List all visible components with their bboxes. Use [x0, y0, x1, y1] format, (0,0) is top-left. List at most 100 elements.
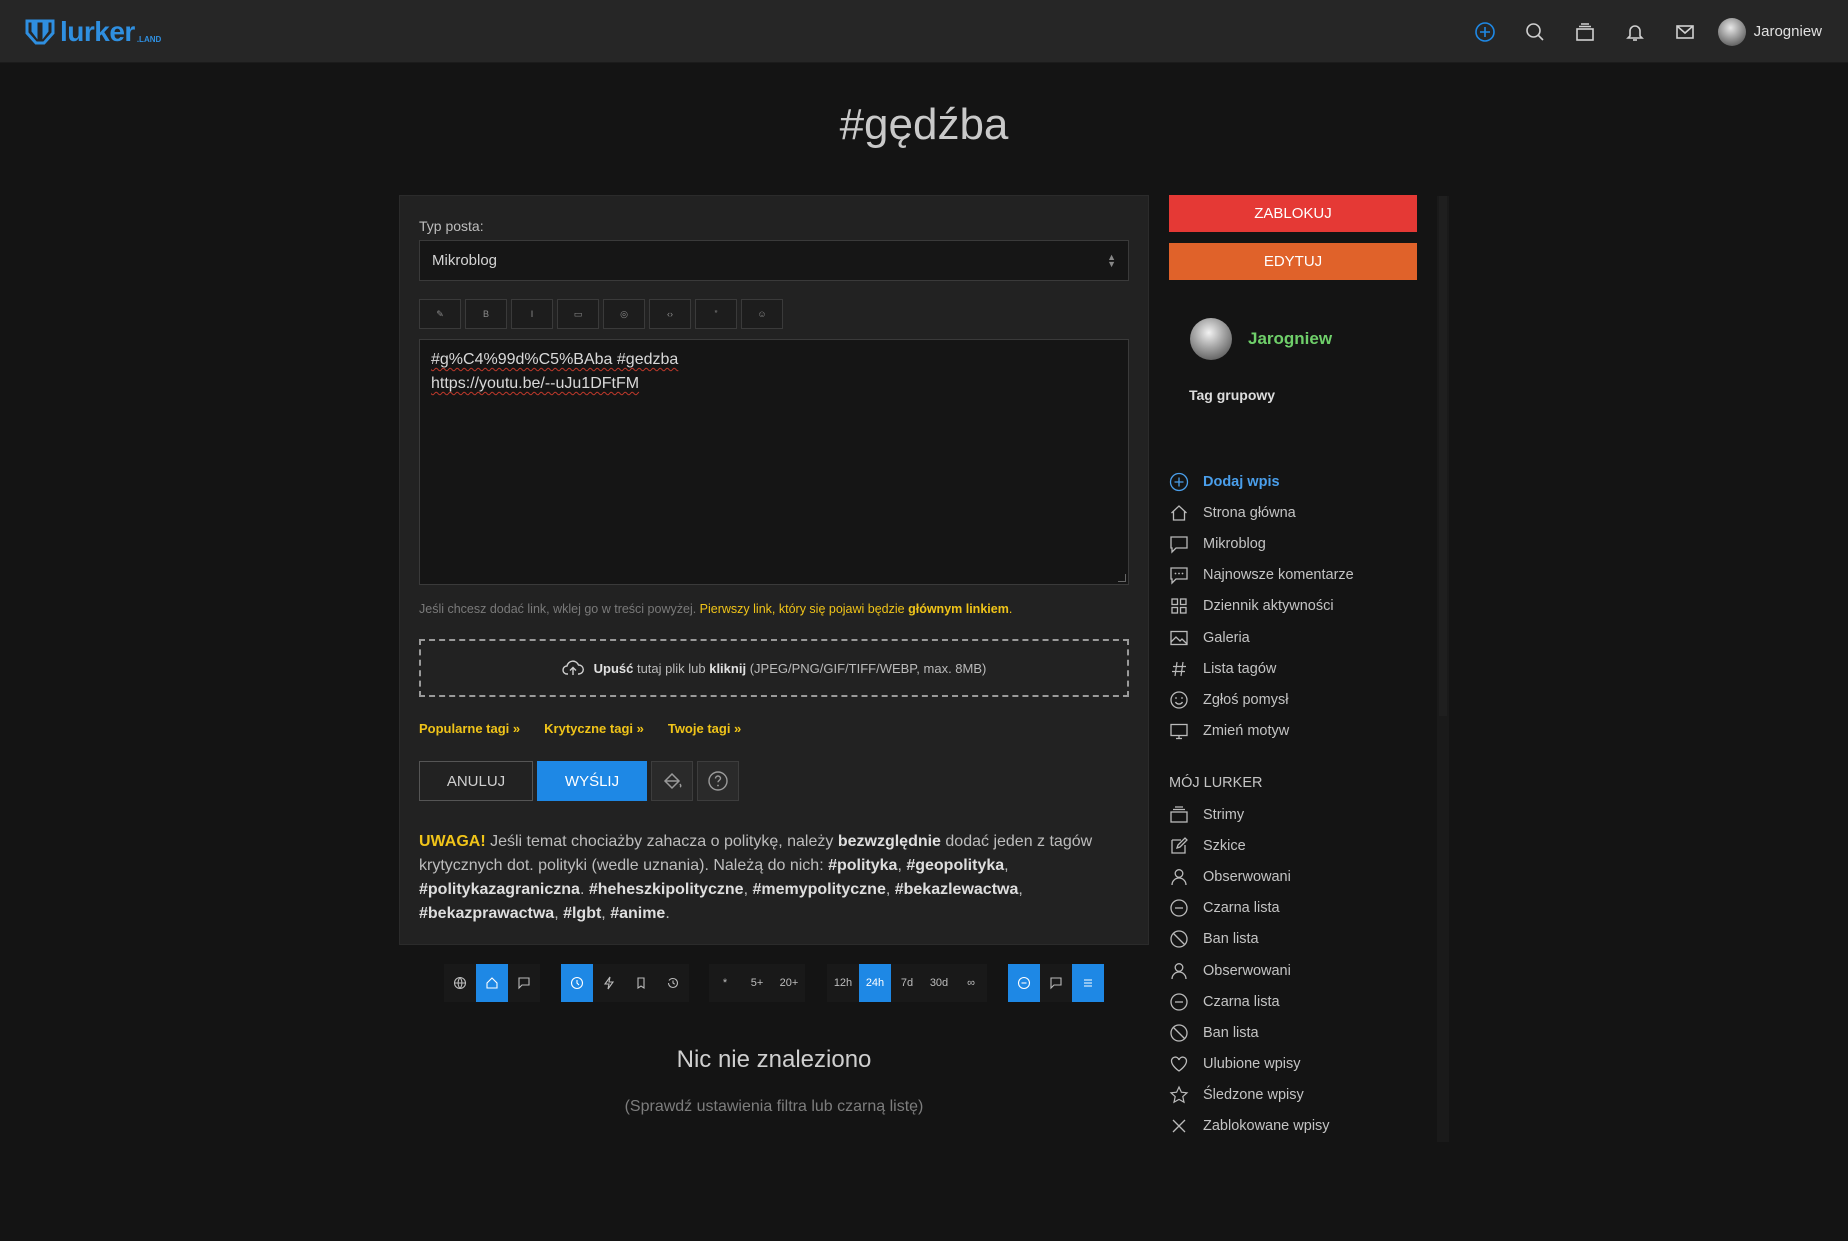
- post-type-label: Typ posta:: [419, 218, 484, 234]
- user-icon: [1171, 869, 1187, 886]
- sidebar-item-idea[interactable]: Zgłoś pomysł: [1169, 684, 1419, 715]
- notifications-button[interactable]: [1610, 0, 1660, 63]
- post-form-panel: Typ posta: Mikroblog ▲ ▼ ✎ B I ▭ ◎ ‹› ” ☺…: [399, 195, 1149, 945]
- help-button[interactable]: [697, 761, 739, 801]
- votes-20[interactable]: 20+: [773, 964, 805, 1002]
- block-tag-button[interactable]: ZABLOKUJ: [1169, 195, 1417, 232]
- sidebar-item-add-post[interactable]: Dodaj wpis: [1169, 466, 1419, 497]
- post-content-textarea[interactable]: #g%C4%99d%C5%BAba #gedzba https://youtu.…: [419, 339, 1129, 585]
- sidebar-nav: Dodaj wpis Strona główna Mikroblog Najno…: [1169, 466, 1419, 747]
- sidebar-item-drafts[interactable]: Szkice: [1169, 830, 1419, 861]
- sidebar-item-followed[interactable]: Obserwowani: [1169, 861, 1419, 892]
- warning-sep: ,: [554, 905, 564, 922]
- drop-bold-2: kliknij: [709, 660, 747, 676]
- tag-type: Tag grupowy: [1189, 387, 1276, 403]
- file-dropzone[interactable]: Upuść tutaj plik lub kliknij (JPEG/PNG/G…: [419, 639, 1129, 697]
- time-12h[interactable]: 12h: [827, 964, 859, 1002]
- streams-icon: [1170, 805, 1188, 823]
- cancel-button[interactable]: ANULUJ: [419, 761, 533, 801]
- link-hint: Jeśli chcesz dodać link, wklej go w treś…: [419, 602, 1012, 616]
- sidebar-item-label: Strimy: [1203, 806, 1245, 823]
- sidebar-item-tracked[interactable]: Śledzone wpisy: [1169, 1080, 1419, 1111]
- tag-owner-name: Jarogniew: [1248, 329, 1333, 348]
- add-post-button[interactable]: [1460, 0, 1510, 63]
- top-bar: lurker .LAND Jarogniew: [0, 0, 1848, 63]
- votes-5[interactable]: 5+: [741, 964, 773, 1002]
- pencil-button[interactable]: ✎: [419, 299, 461, 329]
- hash-icon: [1172, 661, 1186, 676]
- logo-suffix: .LAND: [136, 34, 162, 44]
- critical-tags-link[interactable]: Krytyczne tagi »: [544, 721, 644, 736]
- your-tags-link[interactable]: Twoje tagi »: [668, 721, 741, 736]
- resize-handle[interactable]: [1118, 574, 1126, 582]
- sort-newest[interactable]: [561, 964, 593, 1002]
- sidebar-item-blacklist[interactable]: Czarna lista: [1169, 893, 1419, 924]
- user-menu[interactable]: Jarogniew: [1710, 0, 1848, 63]
- post-type-select[interactable]: Mikroblog ▲ ▼: [419, 240, 1129, 281]
- sort-saved[interactable]: [625, 964, 657, 1002]
- hint-yellow: Pierwszy link, który się pojawi będzie: [699, 602, 909, 616]
- sort-history[interactable]: [657, 964, 689, 1002]
- warning-sep: ,: [897, 857, 907, 874]
- time-24h[interactable]: 24h: [859, 964, 891, 1002]
- sidebar-item-favorites[interactable]: Ulubione wpisy: [1169, 1049, 1419, 1080]
- filter-view-group: [1008, 964, 1104, 1002]
- send-button[interactable]: WYŚLIJ: [537, 761, 647, 801]
- search-button[interactable]: [1510, 0, 1560, 63]
- votes-any[interactable]: *: [709, 964, 741, 1002]
- view-comments[interactable]: [1040, 964, 1072, 1002]
- bold-button[interactable]: B: [465, 299, 507, 329]
- minus-circle-icon: [1170, 899, 1188, 917]
- sidebar-item-tags[interactable]: Lista tagów: [1169, 653, 1419, 684]
- view-list[interactable]: [1072, 964, 1104, 1002]
- quote-button[interactable]: ”: [695, 299, 737, 329]
- ban-icon: [1170, 930, 1188, 948]
- sidebar-item-blocked[interactable]: Zablokowane wpisy: [1169, 1111, 1419, 1142]
- logo[interactable]: lurker .LAND: [24, 16, 161, 48]
- bell-icon: [1625, 24, 1644, 41]
- sidebar-scrollbar[interactable]: [1437, 196, 1449, 1142]
- sidebar-item-label: Czarna lista: [1203, 900, 1280, 917]
- sidebar-item-microblog[interactable]: Mikroblog: [1169, 528, 1419, 559]
- paint-button[interactable]: [651, 761, 693, 801]
- sidebar-item-activity[interactable]: Dziennik aktywności: [1169, 591, 1419, 622]
- sort-active[interactable]: [593, 964, 625, 1002]
- popular-tags-link[interactable]: Popularne tagi »: [419, 721, 520, 736]
- view-blacklist[interactable]: [1008, 964, 1040, 1002]
- username: Jarogniew: [1753, 23, 1822, 40]
- edit-tag-button[interactable]: EDYTUJ: [1169, 243, 1417, 280]
- code-button[interactable]: ‹›: [649, 299, 691, 329]
- italic-button[interactable]: I: [511, 299, 553, 329]
- time-30d[interactable]: 30d: [923, 964, 955, 1002]
- minus-circle-icon: [1170, 993, 1188, 1011]
- tag-owner[interactable]: Jarogniew: [1190, 318, 1332, 360]
- mail-icon: [1675, 24, 1694, 39]
- sidebar-item-followed-2[interactable]: Obserwowani: [1169, 955, 1419, 986]
- filter-all[interactable]: [444, 964, 476, 1002]
- avatar: [1717, 17, 1746, 46]
- home-icon: [1171, 504, 1187, 521]
- spoiler-button[interactable]: ◎: [603, 299, 645, 329]
- add-circle-icon: [1474, 21, 1495, 42]
- image-button[interactable]: ▭: [557, 299, 599, 329]
- streams-button[interactable]: [1560, 0, 1610, 63]
- x-icon: [1172, 1120, 1186, 1133]
- sidebar-item-comments[interactable]: Najnowsze komentarze: [1169, 560, 1419, 591]
- sidebar-item-banlist-2[interactable]: Ban lista: [1169, 1017, 1419, 1048]
- post-type-value: Mikroblog: [432, 252, 498, 269]
- sidebar-item-theme[interactable]: Zmień motyw: [1169, 716, 1419, 747]
- sidebar-item-home[interactable]: Strona główna: [1169, 497, 1419, 528]
- scrollbar-thumb[interactable]: [1439, 196, 1447, 716]
- time-7d[interactable]: 7d: [891, 964, 923, 1002]
- filter-home[interactable]: [476, 964, 508, 1002]
- hint-dot: .: [1008, 602, 1013, 616]
- time-all[interactable]: ∞: [955, 964, 987, 1002]
- messages-button[interactable]: [1660, 0, 1710, 63]
- sidebar-item-gallery[interactable]: Galeria: [1169, 622, 1419, 653]
- sidebar-item-banlist[interactable]: Ban lista: [1169, 924, 1419, 955]
- emoji-button[interactable]: ☺: [741, 299, 783, 329]
- sidebar-item-blacklist-2[interactable]: Czarna lista: [1169, 986, 1419, 1017]
- filter-microblog[interactable]: [508, 964, 540, 1002]
- globe-icon: [453, 976, 467, 990]
- sidebar-item-streams[interactable]: Strimy: [1169, 799, 1419, 830]
